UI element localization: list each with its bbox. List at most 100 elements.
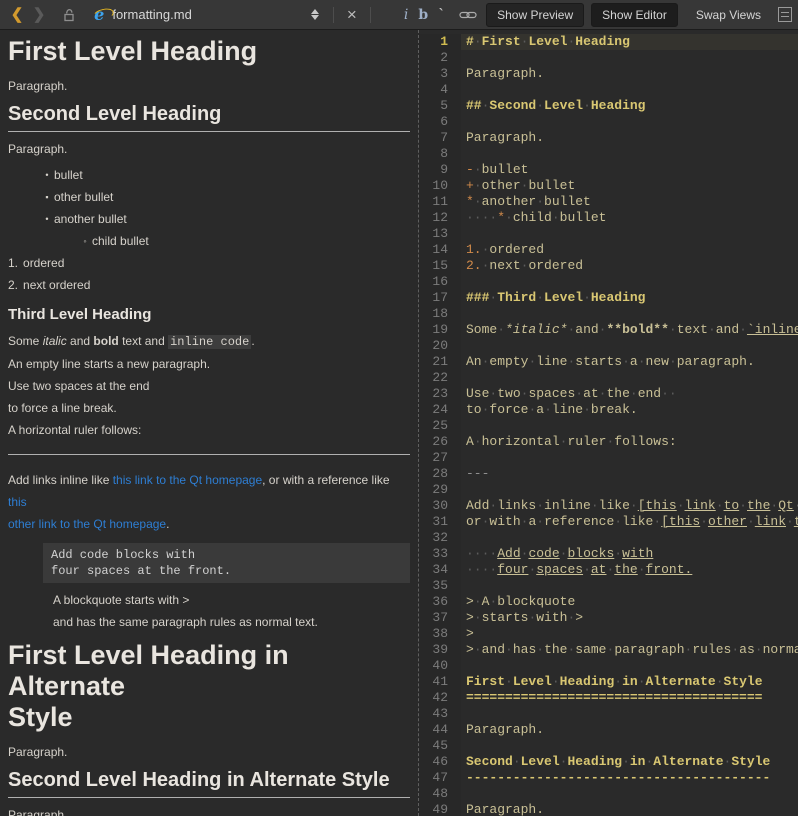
line-number: 45 <box>419 738 461 754</box>
editor-line[interactable]: 141.·ordered <box>419 242 798 258</box>
qt-homepage-link[interactable]: other link to the Qt homepage <box>8 517 166 531</box>
show-preview-button[interactable]: Show Preview <box>486 3 584 27</box>
editor-line[interactable]: 4 <box>419 82 798 98</box>
insert-link-button[interactable] <box>457 3 479 27</box>
editor-line[interactable]: 39>·and·has·the·same·paragraph·rules·as·… <box>419 642 798 658</box>
forward-icon: ❯ <box>33 7 46 22</box>
line-number: 1 <box>419 34 461 50</box>
format-code-button[interactable]: ` <box>438 7 445 23</box>
lock-button[interactable] <box>58 3 80 27</box>
line-number: 21 <box>419 354 461 370</box>
back-icon: ❮ <box>11 7 24 22</box>
editor-line[interactable]: 28--- <box>419 466 798 482</box>
editor-line[interactable]: 45 <box>419 738 798 754</box>
line-number: 23 <box>419 386 461 402</box>
editor-line[interactable]: 36>·A·blockquote <box>419 594 798 610</box>
links-paragraph: Add links inline like this link to the Q… <box>8 469 410 535</box>
editor-line[interactable]: 6 <box>419 114 798 130</box>
styled-sentence: Some italic and bold text and inline cod… <box>8 334 410 350</box>
line-number: 39 <box>419 642 461 658</box>
editor-line[interactable]: 10+·other·bullet <box>419 178 798 194</box>
editor-line[interactable]: 38> <box>419 626 798 642</box>
editor-line[interactable]: 37>·starts·with·> <box>419 610 798 626</box>
editor-line[interactable]: 9-·bullet <box>419 162 798 178</box>
editor-line[interactable]: 23Use·two·spaces·at·the·end·· <box>419 386 798 402</box>
format-bold-button[interactable]: b <box>418 7 428 23</box>
editor-line[interactable]: 47--------------------------------------… <box>419 770 798 786</box>
document-dropdown-button[interactable] <box>304 3 326 27</box>
line-number: 44 <box>419 722 461 738</box>
bullet-marker-icon: • <box>42 214 52 224</box>
bullet-marker-icon: ◦ <box>80 236 90 246</box>
clipped-toolbar-button[interactable] <box>778 7 792 22</box>
format-italic-button[interactable]: i <box>404 7 408 23</box>
editor-line[interactable]: 25 <box>419 418 798 434</box>
line-number: 42 <box>419 690 461 706</box>
line-number: 6 <box>419 114 461 130</box>
toolbar-separator <box>370 7 371 23</box>
close-document-button[interactable]: × <box>341 3 363 27</box>
editor-line[interactable]: 18 <box>419 306 798 322</box>
editor-line[interactable]: 46Second·Level·Heading·in·Alternate·Styl… <box>419 754 798 770</box>
preview-h2: Second Level Heading <box>8 102 410 132</box>
editor-line[interactable]: 8 <box>419 146 798 162</box>
editor-line[interactable]: 34····four·spaces·at·the·front. <box>419 562 798 578</box>
editor-line[interactable]: 5##·Second·Level·Heading <box>419 98 798 114</box>
swap-views-button[interactable]: Swap Views <box>685 3 772 27</box>
editor-line[interactable]: 41First·Level·Heading·in·Alternate·Style <box>419 674 798 690</box>
editor-line[interactable]: 29 <box>419 482 798 498</box>
line-number: 34 <box>419 562 461 578</box>
editor-line[interactable]: 1#·First·Level·Heading <box>419 34 798 50</box>
line-number: 17 <box>419 290 461 306</box>
editor-line[interactable]: 49Paragraph. <box>419 802 798 816</box>
editor-line[interactable]: 24to·force·a·line·break. <box>419 402 798 418</box>
editor-line[interactable]: 19Some·*italic*·and·**bold**·text·and·`i… <box>419 322 798 338</box>
line-number: 41 <box>419 674 461 690</box>
line-number: 25 <box>419 418 461 434</box>
editor-line[interactable]: 11*·another·bullet <box>419 194 798 210</box>
line-number: 38 <box>419 626 461 642</box>
line-number: 37 <box>419 610 461 626</box>
editor-line[interactable]: 33····Add·code·blocks·with <box>419 546 798 562</box>
editor-line[interactable]: 7Paragraph. <box>419 130 798 146</box>
line-number: 16 <box>419 274 461 290</box>
line-number: 22 <box>419 370 461 386</box>
editor-line[interactable]: 44Paragraph. <box>419 722 798 738</box>
editor-line[interactable]: 30Add·links·inline·like·[this·link·to·th… <box>419 498 798 514</box>
editor-line[interactable]: 12····*·child·bullet <box>419 210 798 226</box>
editor-line[interactable]: 3Paragraph. <box>419 66 798 82</box>
markdown-source-editor[interactable]: 1#·First·Level·Heading23Paragraph.45##·S… <box>419 30 798 816</box>
line-number: 35 <box>419 578 461 594</box>
editor-line[interactable]: 42====================================== <box>419 690 798 706</box>
line-number: 43 <box>419 706 461 722</box>
editor-line[interactable]: 21An·empty·line·starts·a·new·paragraph. <box>419 354 798 370</box>
editor-line[interactable]: 2 <box>419 50 798 66</box>
qt-homepage-link[interactable]: this <box>8 495 27 509</box>
editor-line[interactable]: 35 <box>419 578 798 594</box>
editor-line[interactable]: 16 <box>419 274 798 290</box>
line-number: 12 <box>419 210 461 226</box>
line-number: 2 <box>419 50 461 66</box>
line-number: 14 <box>419 242 461 258</box>
line-number: 46 <box>419 754 461 770</box>
forward-button[interactable]: ❯ <box>28 3 50 27</box>
bullet-list: •bullet▪other bullet•another bullet◦chil… <box>8 164 410 252</box>
editor-line[interactable]: 40 <box>419 658 798 674</box>
editor-line[interactable]: 31or·with·a·reference·like·[this·other·l… <box>419 514 798 530</box>
editor-line[interactable]: 27 <box>419 450 798 466</box>
editor-line[interactable]: 13 <box>419 226 798 242</box>
editor-line[interactable]: 17###·Third·Level·Heading <box>419 290 798 306</box>
editor-toolbar: ❮ ❯ e formatting.md × i b ` Show Preview… <box>0 0 798 30</box>
editor-line[interactable]: 43 <box>419 706 798 722</box>
preview-paragraph: Paragraph. <box>8 808 410 816</box>
editor-line[interactable]: 26A·horizontal·ruler·follows: <box>419 434 798 450</box>
back-button[interactable]: ❮ <box>6 3 28 27</box>
editor-line[interactable]: 22 <box>419 370 798 386</box>
editor-line[interactable]: 20 <box>419 338 798 354</box>
line-number: 48 <box>419 786 461 802</box>
editor-line[interactable]: 32 <box>419 530 798 546</box>
show-editor-button[interactable]: Show Editor <box>591 3 678 27</box>
editor-line[interactable]: 152.·next·ordered <box>419 258 798 274</box>
editor-line[interactable]: 48 <box>419 786 798 802</box>
qt-homepage-link[interactable]: this link to the Qt homepage <box>113 473 262 487</box>
